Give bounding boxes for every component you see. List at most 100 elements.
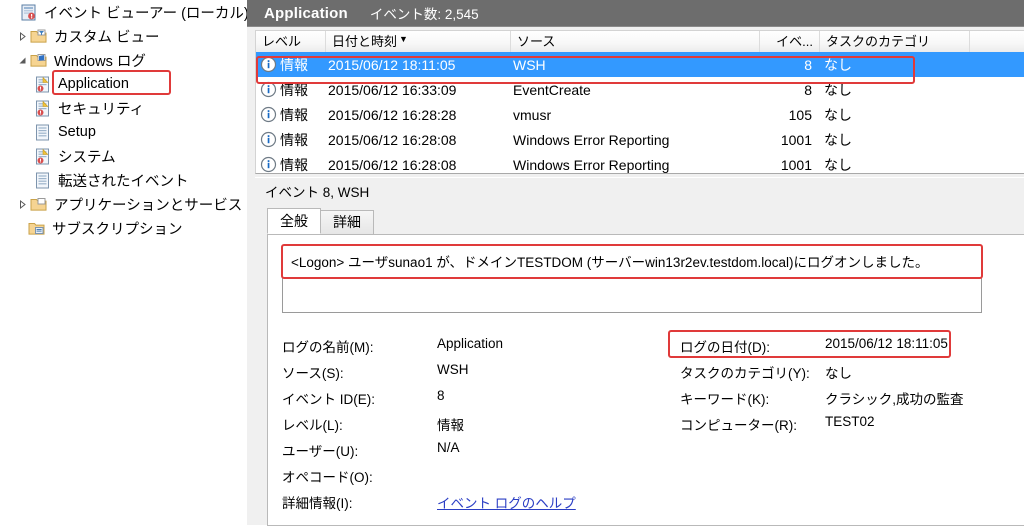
information-icon [260, 131, 277, 148]
event-date-cell: 2015/06/12 16:28:08 [328, 131, 457, 148]
tree-item-applications-and-services-logs[interactable]: アプリケーションとサービス ログ [0, 192, 247, 216]
field-label: ログの名前(M): [282, 340, 374, 355]
table-row[interactable]: 情報 2015/06/12 16:33:09 EventCreate 8 なし [256, 77, 1024, 102]
event-id-cell: 8 [804, 81, 812, 98]
field-value: TEST02 [825, 414, 875, 429]
log-title: Application [264, 4, 348, 22]
chevron-down-icon[interactable] [14, 52, 30, 68]
event-source-cell: Windows Error Reporting [513, 156, 670, 173]
field-label: レベル(L): [282, 418, 343, 433]
column-header-level[interactable]: レベル [256, 31, 326, 52]
information-icon [260, 56, 277, 73]
tab-details[interactable]: 詳細 [320, 210, 374, 234]
tree-item-setup[interactable]: Setup [0, 120, 247, 144]
column-header-task-category[interactable]: タスクのカテゴリ [820, 31, 970, 52]
tree-item-system[interactable]: システム [0, 144, 247, 168]
field-task-category: タスクのカテゴリ(Y): なし [680, 362, 1024, 382]
field-level: レベル(L): 情報 [282, 414, 680, 434]
event-source-cell: Windows Error Reporting [513, 131, 670, 148]
tree-item-label: システム [58, 149, 116, 166]
table-row[interactable]: 情報 2015/06/12 16:28:08 Windows Error Rep… [256, 127, 1024, 152]
event-date-cell: 2015/06/12 16:33:09 [328, 81, 457, 98]
table-row[interactable]: 情報 2015/06/12 18:11:05 WSH 8 なし [256, 52, 1024, 77]
event-field-grid: ログの名前(M): Application ログの日付(D): 2015/06/… [282, 333, 1024, 515]
event-level-label: 情報 [280, 81, 308, 98]
column-header-date-time[interactable]: 日付と時刻 ▼ [326, 31, 511, 52]
tree-item-label: サブスクリプション [52, 221, 183, 238]
tree-expander-placeholder [4, 4, 20, 20]
event-category-cell: なし [824, 81, 852, 98]
field-label: キーワード(K): [680, 392, 770, 407]
field-event-id: イベント ID(E): 8 [282, 388, 680, 408]
log-alert-icon [34, 100, 52, 117]
event-category-cell: なし [824, 56, 852, 73]
field-label: 詳細情報(I): [282, 496, 353, 511]
folder-apps-icon [30, 196, 48, 213]
tree-item-application[interactable]: Application [0, 72, 247, 96]
event-id-cell: 1001 [780, 156, 812, 173]
tree-item-label: Windows ログ [54, 53, 146, 70]
detail-body: <Logon> ユーザsunao1 が、ドメインTESTDOM (サーバーwin… [267, 235, 1024, 526]
information-icon [260, 81, 277, 98]
table-row[interactable]: 情報 2015/06/12 16:28:08 Windows Error Rep… [256, 152, 1024, 173]
event-id-cell: 105 [788, 106, 812, 123]
field-value: なし [825, 366, 852, 381]
tree-item-forwarded-events[interactable]: 転送されたイベント [0, 168, 247, 192]
event-id-cell: 8 [804, 56, 812, 73]
field-value: クラシック,成功の監査 [825, 392, 964, 407]
field-label: ユーザー(U): [282, 444, 359, 459]
field-row: レベル(L): 情報 コンピューター(R): TEST02 [282, 411, 1024, 437]
detail-title: イベント 8, WSH [265, 184, 370, 200]
field-label: ソース(S): [282, 366, 344, 381]
tree-item-label: イベント ビューアー (ローカル) [44, 5, 247, 22]
tree-item-custom-views[interactable]: カスタム ビュー [0, 24, 247, 48]
chevron-right-icon[interactable] [14, 28, 30, 44]
field-row: ログの名前(M): Application ログの日付(D): 2015/06/… [282, 333, 1024, 359]
field-row: ユーザー(U): N/A [282, 437, 1024, 463]
event-id-cell: 1001 [780, 131, 812, 148]
table-row[interactable]: 情報 2015/06/12 16:28:28 vmusr 105 なし [256, 102, 1024, 127]
tree-item-subscriptions[interactable]: サブスクリプション [0, 216, 247, 240]
event-category-cell: なし [824, 106, 852, 123]
event-level-cell: 情報 [256, 80, 326, 100]
event-level-label: 情報 [280, 56, 308, 73]
event-message-text: <Logon> ユーザsunao1 が、ドメインTESTDOM (サーバーwin… [291, 255, 929, 270]
event-source-cell: vmusr [513, 106, 552, 123]
tree-item-label: Application [58, 76, 129, 92]
event-level-cell: 情報 [256, 105, 326, 125]
field-user: ユーザー(U): N/A [282, 440, 680, 460]
event-level-label: 情報 [280, 106, 308, 123]
column-header-source[interactable]: ソース [511, 31, 760, 52]
tab-general[interactable]: 全般 [267, 208, 321, 234]
event-level-label: 情報 [280, 131, 308, 148]
tree-item-windows-logs[interactable]: Windows ログ [0, 48, 247, 72]
event-list[interactable]: 情報 2015/06/12 18:11:05 WSH 8 なし 情報 2015/… [255, 52, 1024, 174]
tree-item-label: Setup [58, 124, 96, 140]
field-label: タスクのカテゴリ(Y): [680, 366, 810, 381]
event-count-label: イベント数: 2,545 [369, 7, 479, 22]
field-log-name: ログの名前(M): Application [282, 336, 680, 356]
event-source-cell: EventCreate [513, 81, 591, 98]
field-value: 情報 [437, 418, 464, 433]
information-icon [260, 156, 277, 173]
column-header-event-id[interactable]: イベ... [760, 31, 820, 52]
tree-item-label: カスタム ビュー [54, 29, 160, 46]
navigation-tree-pane: イベント ビューアー (ローカル) カスタム ビュー Windows ログ Ap… [0, 0, 247, 525]
field-label: ログの日付(D): [680, 340, 770, 355]
event-viewer-window: イベント ビューアー (ローカル) カスタム ビュー Windows ログ Ap… [0, 0, 1024, 526]
field-label: オペコード(O): [282, 470, 373, 485]
field-opcode: オペコード(O): [282, 466, 680, 486]
field-computer: コンピューター(R): TEST02 [680, 414, 1024, 434]
event-date-cell: 2015/06/12 16:28:28 [328, 106, 457, 123]
field-row: イベント ID(E): 8 キーワード(K): クラシック,成功の監査 [282, 385, 1024, 411]
chevron-right-icon[interactable] [14, 196, 30, 212]
tree-item-event-viewer-root[interactable]: イベント ビューアー (ローカル) [0, 0, 247, 24]
list-column-headers: レベル 日付と時刻 ▼ ソース イベ... タスクのカテゴリ [255, 30, 1024, 53]
event-message-box[interactable]: <Logon> ユーザsunao1 が、ドメインTESTDOM (サーバーwin… [282, 245, 982, 313]
tree-item-security[interactable]: セキュリティ [0, 96, 247, 120]
tree-item-label: 転送されたイベント [58, 173, 189, 190]
field-value: Application [437, 336, 504, 351]
log-plain-icon [34, 124, 52, 141]
event-date-cell: 2015/06/12 18:11:05 [328, 56, 456, 73]
event-log-help-link[interactable]: イベント ログのヘルプ [437, 492, 576, 512]
